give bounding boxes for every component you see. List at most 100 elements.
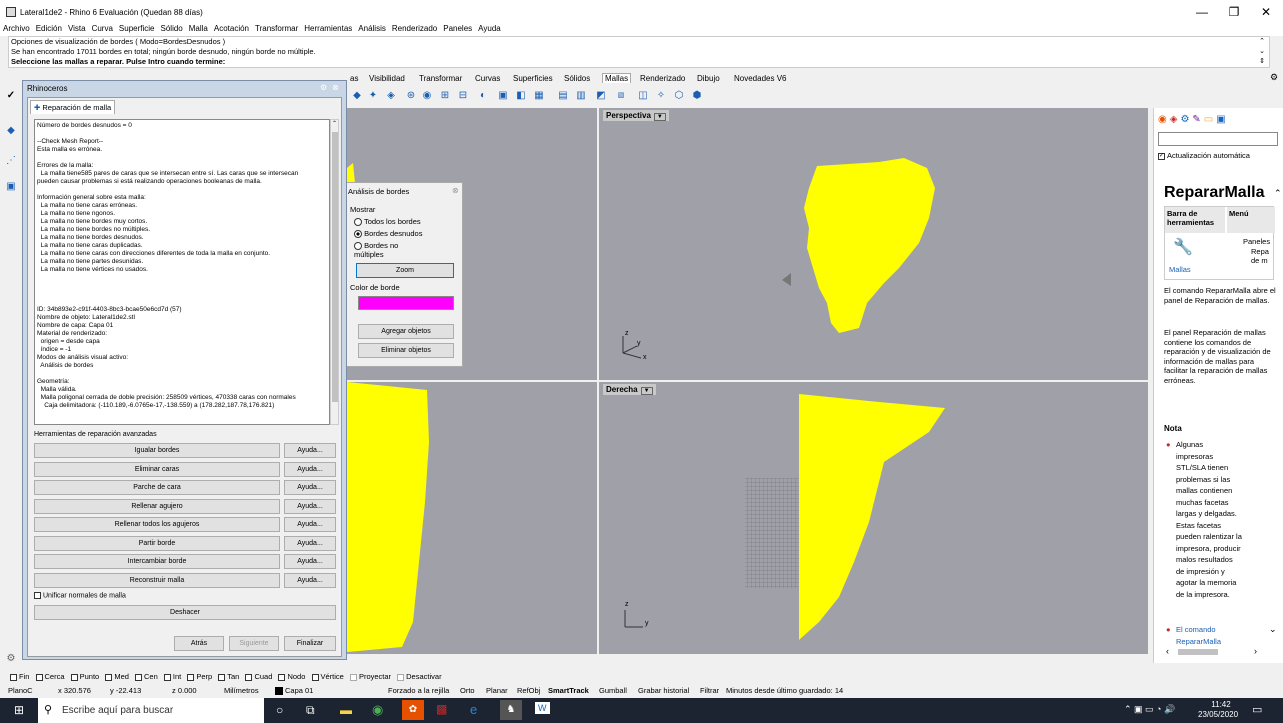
- file-explorer-icon[interactable]: ▬: [340, 703, 352, 717]
- patch-face-button[interactable]: Parche de cara: [34, 480, 280, 495]
- tab-dibujo[interactable]: Dibujo: [697, 74, 720, 83]
- tool-icon[interactable]: ⋰: [4, 154, 18, 168]
- menu-herramientas[interactable]: Herramientas: [301, 22, 355, 35]
- mesh-tool-icon[interactable]: ⊛: [404, 89, 418, 103]
- cplane-label[interactable]: PlanoC: [8, 686, 33, 695]
- scroll-down-icon[interactable]: ⌄: [1259, 47, 1265, 57]
- mesh-tool-icon[interactable]: ◉: [420, 89, 434, 103]
- help-button[interactable]: Ayuda...: [284, 443, 336, 458]
- scroll-up-icon[interactable]: ⌃: [1259, 37, 1265, 47]
- osnap-vertice[interactable]: Vértice: [311, 672, 344, 681]
- finish-button[interactable]: Finalizar: [284, 636, 336, 651]
- help-button[interactable]: Ayuda...: [284, 499, 336, 514]
- delete-faces-button[interactable]: Eliminar caras: [34, 462, 280, 477]
- menu-paneles[interactable]: Paneles: [440, 22, 475, 35]
- swap-edge-button[interactable]: Intercambiar borde: [34, 554, 280, 569]
- cortana-icon[interactable]: ○: [276, 703, 283, 717]
- table-cell-link[interactable]: Mallas: [1169, 265, 1191, 274]
- gear-icon[interactable]: ⚙: [4, 652, 18, 666]
- mesh-tool-icon[interactable]: ◫: [636, 89, 650, 103]
- menu-renderizado[interactable]: Renderizado: [389, 22, 440, 35]
- tool-icon[interactable]: ▣: [4, 180, 18, 194]
- mesh-tool-icon[interactable]: ▥: [574, 89, 588, 103]
- gear-icon[interactable]: ⚙: [1270, 72, 1278, 83]
- osnap-cuad[interactable]: Cuad: [245, 672, 272, 681]
- menu-acotacion[interactable]: Acotación: [211, 22, 252, 35]
- unify-normals-checkbox[interactable]: Unificar normales de malla: [34, 592, 126, 599]
- record-history-toggle[interactable]: Grabar historial: [638, 686, 689, 695]
- taskbar-search-box[interactable]: ⚲ Escribe aquí para buscar: [38, 698, 264, 723]
- mesh-tool-icon[interactable]: ⊞: [438, 89, 452, 103]
- osnap-med[interactable]: Med: [105, 672, 129, 681]
- checkmark-icon[interactable]: ✓: [4, 89, 18, 103]
- panel-scrollbar[interactable]: ⌄: [1266, 434, 1278, 634]
- check-mesh-report[interactable]: Número de bordes desnudos = 0 --Check Me…: [34, 119, 330, 425]
- mesh-tool-icon[interactable]: ◈: [384, 89, 398, 103]
- planar-toggle[interactable]: Planar: [486, 686, 508, 695]
- osnap-perp[interactable]: Perp: [187, 672, 212, 681]
- app-icon[interactable]: ♞: [500, 700, 522, 720]
- mesh-tool-icon[interactable]: ▧: [614, 89, 628, 103]
- tool-icon[interactable]: ◆: [4, 124, 18, 138]
- tab-visibilidad[interactable]: Visibilidad: [369, 74, 405, 83]
- viewport-right[interactable]: Derecha ▼ z y: [599, 382, 1148, 654]
- grid-snap-toggle[interactable]: Forzado a la rejilla: [388, 686, 449, 695]
- next-button[interactable]: Siguiente: [229, 636, 279, 651]
- menu-analisis[interactable]: Análisis: [355, 22, 389, 35]
- osnap-cen[interactable]: Cen: [135, 672, 158, 681]
- scrollbar-thumb[interactable]: [332, 132, 338, 402]
- help-button[interactable]: Ayuda...: [284, 554, 336, 569]
- menu-solido[interactable]: Sólido: [158, 22, 186, 35]
- panel-horizontal-scrollbar[interactable]: ‹ ›: [1162, 646, 1272, 658]
- mesh-tool-icon[interactable]: ✦: [366, 89, 380, 103]
- close-button[interactable]: ✕: [1252, 4, 1280, 20]
- remove-objects-button[interactable]: Eliminar objetos: [358, 343, 454, 358]
- tab-novedades[interactable]: Novedades V6: [734, 74, 786, 83]
- edge-color-swatch[interactable]: [358, 296, 454, 310]
- osnap-desactivar[interactable]: Desactivar: [397, 672, 442, 681]
- osnap-cerca[interactable]: Cerca: [35, 672, 65, 681]
- mesh-tool-icon[interactable]: ▣: [496, 89, 510, 103]
- menu-edicion[interactable]: Edición: [33, 22, 65, 35]
- ortho-toggle[interactable]: Orto: [460, 686, 475, 695]
- close-icon[interactable]: ⊗: [452, 186, 459, 195]
- menu-archivo[interactable]: Archivo: [0, 22, 33, 35]
- units-label[interactable]: Milímetros: [224, 686, 259, 695]
- task-view-icon[interactable]: ⧉: [306, 703, 315, 718]
- mesh-tool-icon[interactable]: ✧: [654, 89, 668, 103]
- menu-transformar[interactable]: Transformar: [252, 22, 301, 35]
- mesh-tool-icon[interactable]: ⬢: [690, 89, 704, 103]
- gumball-toggle[interactable]: Gumball: [599, 686, 627, 695]
- tab-renderizado[interactable]: Renderizado: [640, 74, 685, 83]
- rhino-taskbar-icon[interactable]: ✿: [402, 700, 424, 720]
- command-scroll-icon[interactable]: ⇕: [1259, 57, 1265, 67]
- clock-time[interactable]: 11:42: [1203, 700, 1239, 709]
- mesh-tool-icon[interactable]: ⊟: [456, 89, 470, 103]
- mesh-tool-icon[interactable]: ◧: [514, 89, 528, 103]
- zoom-button[interactable]: Zoom: [356, 263, 454, 278]
- radio-naked-edges[interactable]: Bordes desnudos: [354, 229, 422, 239]
- osnap-punto[interactable]: Punto: [70, 672, 99, 681]
- mesh-tool-icon[interactable]: ⬡: [672, 89, 686, 103]
- fill-all-holes-button[interactable]: Rellenar todos los agujeros: [34, 517, 280, 532]
- radio-all-edges[interactable]: Todos los bordes: [354, 217, 421, 227]
- menu-curva[interactable]: Curva: [89, 22, 116, 35]
- help-button[interactable]: Ayuda...: [284, 517, 336, 532]
- tab-solidos[interactable]: Sólidos: [564, 74, 590, 83]
- menu-vista[interactable]: Vista: [65, 22, 89, 35]
- osnap-tan[interactable]: Tan: [218, 672, 239, 681]
- help-search-input[interactable]: [1158, 132, 1278, 146]
- osnap-int[interactable]: Int: [163, 672, 181, 681]
- command-history[interactable]: Opciones de visualización de bordes ( Mo…: [8, 36, 1270, 68]
- close-icon[interactable]: ⊗: [332, 83, 339, 92]
- menu-ayuda[interactable]: Ayuda: [475, 22, 504, 35]
- minimize-button[interactable]: —: [1188, 4, 1216, 20]
- viewport-front[interactable]: [347, 382, 597, 654]
- menu-superficie[interactable]: Superficie: [116, 22, 158, 35]
- help-button[interactable]: Ayuda...: [284, 536, 336, 551]
- match-edges-button[interactable]: Igualar bordes: [34, 443, 280, 458]
- smarttrack-toggle[interactable]: SmartTrack: [548, 686, 589, 695]
- tab-superficies[interactable]: Superficies: [513, 74, 553, 83]
- osnap-nodo[interactable]: Nodo: [278, 672, 305, 681]
- back-button[interactable]: Atrás: [174, 636, 224, 651]
